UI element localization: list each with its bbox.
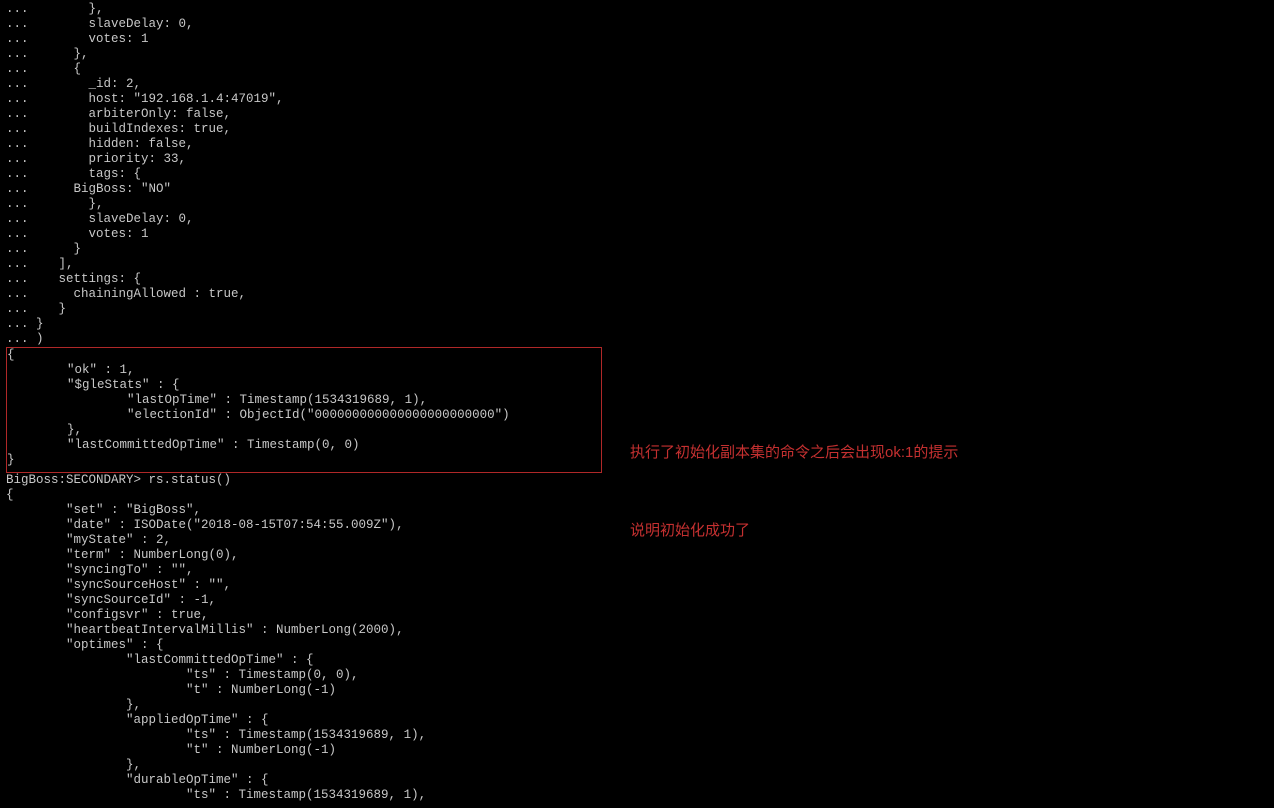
terminal-line: "syncSourceId" : -1, xyxy=(6,593,1268,608)
terminal-line: "t" : NumberLong(-1) xyxy=(6,743,1268,758)
highlighted-output-box: { "ok" : 1, "$gleStats" : { "lastOpTime"… xyxy=(6,347,602,473)
terminal-line: ... } xyxy=(6,242,1268,257)
boxed-output-line: "$gleStats" : { xyxy=(7,378,601,393)
terminal-line: ... votes: 1 xyxy=(6,227,1268,242)
terminal-line: ... BigBoss: "NO" xyxy=(6,182,1268,197)
annotation-line-2: 说明初始化成功了 xyxy=(630,518,958,544)
terminal-line: "t" : NumberLong(-1) xyxy=(6,683,1268,698)
terminal-line: ... } xyxy=(6,317,1268,332)
terminal-line: ... hidden: false, xyxy=(6,137,1268,152)
terminal-line: "ts" : Timestamp(1534319689, 1), xyxy=(6,728,1268,743)
terminal-block-1: ... },... slaveDelay: 0,... votes: 1... … xyxy=(6,2,1268,347)
terminal-line: "durableOpTime" : { xyxy=(6,773,1268,788)
terminal-line: "ts" : Timestamp(0, 0), xyxy=(6,668,1268,683)
terminal-line: "configsvr" : true, xyxy=(6,608,1268,623)
terminal-line: ... votes: 1 xyxy=(6,32,1268,47)
boxed-output-line: "electionId" : ObjectId("000000000000000… xyxy=(7,408,601,423)
terminal-line: ... chainingAllowed : true, xyxy=(6,287,1268,302)
terminal-line: ... slaveDelay: 0, xyxy=(6,212,1268,227)
terminal-line: ... buildIndexes: true, xyxy=(6,122,1268,137)
terminal-line: "lastCommittedOpTime" : { xyxy=(6,653,1268,668)
terminal-line: ... } xyxy=(6,302,1268,317)
annotation-line-1: 执行了初始化副本集的命令之后会出现ok:1的提示 xyxy=(630,440,958,466)
terminal-line: ... _id: 2, xyxy=(6,77,1268,92)
terminal-line: "appliedOpTime" : { xyxy=(6,713,1268,728)
terminal-line: "syncSourceHost" : "", xyxy=(6,578,1268,593)
terminal-line: "ts" : Timestamp(1534319689, 1), xyxy=(6,788,1268,803)
terminal-line: ... host: "192.168.1.4:47019", xyxy=(6,92,1268,107)
terminal-line: ... slaveDelay: 0, xyxy=(6,17,1268,32)
terminal-line: ... ) xyxy=(6,332,1268,347)
terminal-line: ... { xyxy=(6,62,1268,77)
terminal-line: }, xyxy=(6,698,1268,713)
terminal-line: ... priority: 33, xyxy=(6,152,1268,167)
boxed-output-line: "lastOpTime" : Timestamp(1534319689, 1), xyxy=(7,393,601,408)
boxed-output-line: "ok" : 1, xyxy=(7,363,601,378)
terminal-line: ... ], xyxy=(6,257,1268,272)
boxed-output-line: }, xyxy=(7,423,601,438)
terminal-line: "heartbeatIntervalMillis" : NumberLong(2… xyxy=(6,623,1268,638)
terminal-line: "optimes" : { xyxy=(6,638,1268,653)
terminal-line: ... tags: { xyxy=(6,167,1268,182)
boxed-output-line: "lastCommittedOpTime" : Timestamp(0, 0) xyxy=(7,438,601,453)
terminal-line: ... settings: { xyxy=(6,272,1268,287)
boxed-output-line: } xyxy=(7,453,601,468)
boxed-output-line: { xyxy=(7,348,601,363)
terminal-line: ... arbiterOnly: false, xyxy=(6,107,1268,122)
annotation-text: 执行了初始化副本集的命令之后会出现ok:1的提示 说明初始化成功了 xyxy=(630,388,958,570)
terminal-line: ... }, xyxy=(6,197,1268,212)
terminal-line: ... }, xyxy=(6,47,1268,62)
terminal-line: }, xyxy=(6,758,1268,773)
terminal-line: ... }, xyxy=(6,2,1268,17)
